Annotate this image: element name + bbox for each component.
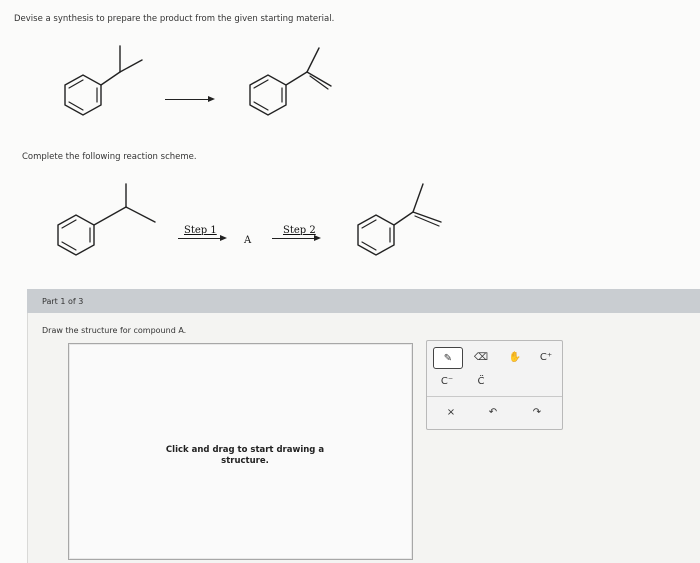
carbanion-tool[interactable]: C⁻ <box>433 371 461 391</box>
undo-tool[interactable]: ↶ <box>479 402 507 422</box>
part-label: Part 1 of 3 <box>42 297 84 306</box>
redo-tool[interactable]: ↷ <box>523 402 551 422</box>
top-arrow-head <box>208 96 215 102</box>
close-icon: × <box>446 406 456 418</box>
pencil-icon: ✎ <box>443 352 453 364</box>
part-instruction: Draw the structure for compound A. <box>42 326 187 335</box>
drawing-toolbar: ✎ ⌫ ✋ C⁺ C⁻ C̈ × ↶ ↷ <box>426 340 563 430</box>
carbanion-icon: C⁻ <box>440 375 454 387</box>
step1-arrow-head <box>220 235 227 241</box>
lone-pair-tool[interactable]: C̈ <box>467 371 495 391</box>
scheme-starting-material <box>57 183 156 256</box>
eraser-tool[interactable]: ⌫ <box>467 347 495 367</box>
pencil-tool[interactable]: ✎ <box>433 347 463 369</box>
part-header-bar <box>27 289 700 313</box>
intermediate-label: A <box>244 235 252 246</box>
starting-material-structure <box>64 45 143 116</box>
undo-icon: ↶ <box>488 406 498 418</box>
step2-arrow-head <box>314 235 321 241</box>
scheme-prompt: Complete the following reaction scheme. <box>22 152 197 162</box>
step1-arrow <box>178 238 222 239</box>
question-prompt: Devise a synthesis to prepare the produc… <box>14 14 335 24</box>
toolbar-divider <box>427 396 562 397</box>
eraser-icon: ⌫ <box>473 351 489 363</box>
carbocation-icon: C⁺ <box>539 351 553 363</box>
lone-pair-icon: C̈ <box>477 375 485 387</box>
carbocation-tool[interactable]: C⁺ <box>532 347 560 367</box>
redo-icon: ↷ <box>532 406 542 418</box>
top-reaction-arrow <box>165 99 210 100</box>
canvas-hint: Click and drag to start drawing a struct… <box>165 445 325 466</box>
product-structure <box>249 47 332 116</box>
scheme-product <box>357 183 442 256</box>
step2-arrow <box>272 238 316 239</box>
clear-tool[interactable]: × <box>437 402 465 422</box>
hand-tool[interactable]: ✋ <box>501 347 529 367</box>
hand-icon: ✋ <box>508 351 522 363</box>
step2-label: Step 2 <box>283 225 316 236</box>
step1-label: Step 1 <box>184 225 217 236</box>
